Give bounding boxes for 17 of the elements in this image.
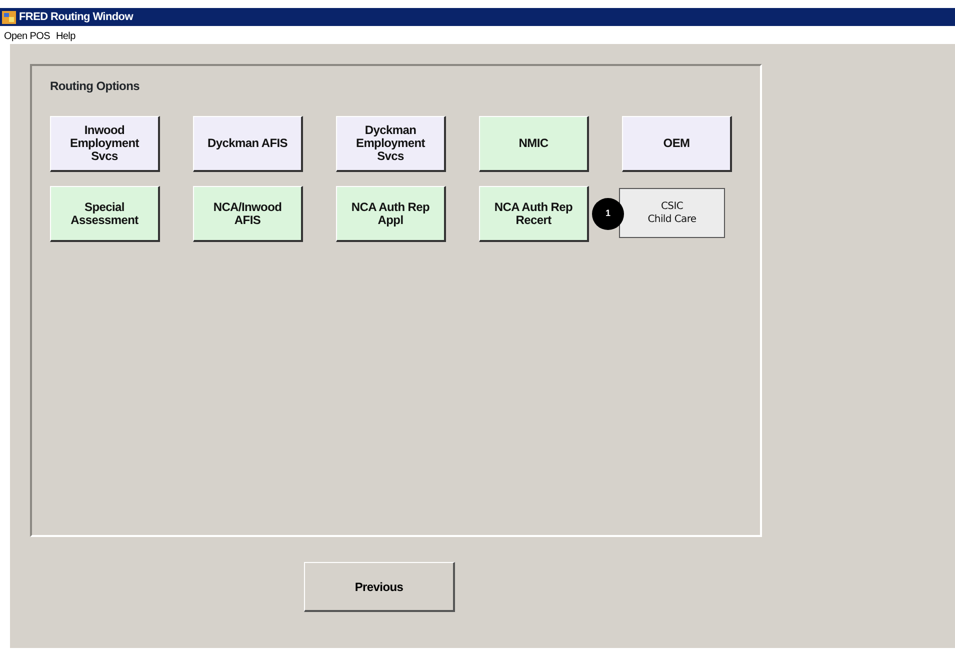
previous-button[interactable]: Previous	[304, 562, 455, 612]
routing-button[interactable]: NMIC	[479, 116, 589, 172]
routing-button[interactable]: Inwood Employment Svcs	[50, 116, 160, 172]
routing-button[interactable]: Dyckman Employment Svcs	[336, 116, 446, 172]
routing-button[interactable]: Dyckman AFIS	[193, 116, 303, 172]
menu-item[interactable]: Open POS	[4, 29, 50, 44]
menu-item[interactable]: Help	[56, 29, 76, 44]
routing-button[interactable]: OEM	[622, 116, 732, 172]
window-title: FRED Routing Window	[19, 10, 133, 25]
app-icon	[2, 10, 16, 24]
routing-button[interactable]: NCA Auth Rep Appl	[336, 186, 446, 242]
group-title: Routing Options	[50, 78, 140, 95]
callout-badge: 1	[592, 198, 624, 230]
routing-button[interactable]: NCA Auth Rep Recert	[479, 186, 589, 242]
routing-button[interactable]: CSIC Child Care	[619, 188, 725, 238]
routing-button[interactable]: Special Assessment	[50, 186, 160, 242]
routing-button[interactable]: NCA/Inwood AFIS	[193, 186, 303, 242]
